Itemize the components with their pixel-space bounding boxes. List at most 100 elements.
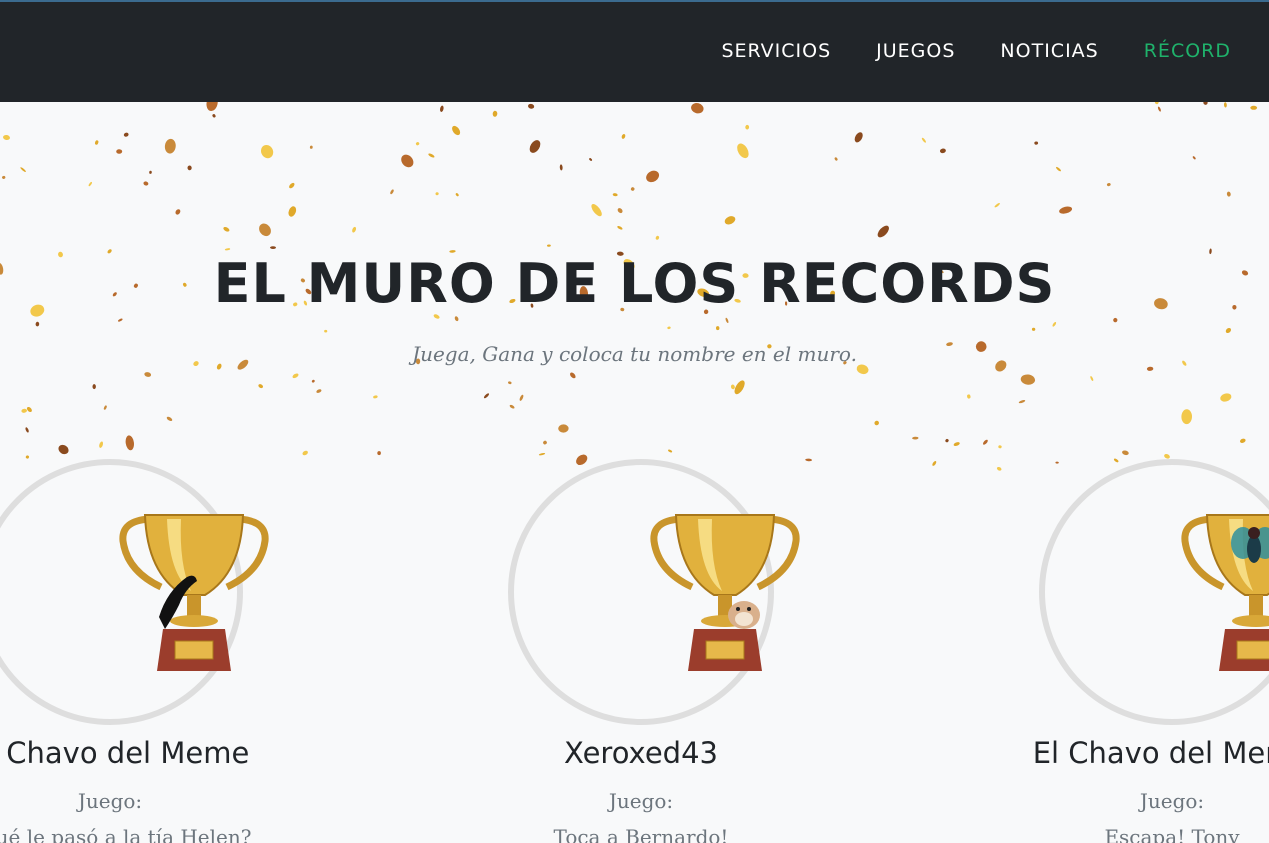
- confetti-piece: [1052, 321, 1057, 327]
- confetti-piece: [289, 182, 295, 189]
- player-name: Xeroxed43: [564, 736, 718, 770]
- confetti-piece: [655, 235, 660, 240]
- confetti-piece: [1157, 106, 1161, 112]
- player-name: El Chavo del Meme: [1032, 736, 1269, 770]
- confetti-piece: [302, 450, 308, 456]
- confetti-piece: [3, 134, 10, 141]
- confetti-piece: [691, 103, 704, 114]
- confetti-piece: [324, 329, 328, 333]
- confetti-piece: [538, 453, 546, 456]
- confetti-piece: [1223, 102, 1227, 108]
- confetti-piece: [116, 149, 123, 154]
- confetti-piece: [95, 140, 99, 145]
- confetti-piece: [559, 164, 563, 171]
- confetti-piece: [143, 181, 149, 186]
- confetti-piece: [1122, 450, 1129, 456]
- nav-record[interactable]: RÉCORD: [1144, 40, 1231, 62]
- confetti-piece: [667, 326, 671, 330]
- confetti-piece: [912, 436, 919, 440]
- confetti-piece: [483, 393, 490, 399]
- confetti-piece: [1239, 438, 1246, 443]
- nav-juegos[interactable]: JUEGOS: [876, 40, 955, 62]
- confetti-piece: [270, 246, 276, 250]
- confetti-piece: [373, 395, 378, 399]
- confetti-piece: [1106, 183, 1111, 187]
- confetti-piece: [612, 193, 618, 197]
- confetti-piece: [1250, 105, 1258, 110]
- confetti-piece: [21, 408, 27, 413]
- confetti-piece: [953, 442, 960, 447]
- confetti-piece: [118, 318, 123, 322]
- confetti-piece: [519, 394, 524, 401]
- confetti-piece: [737, 143, 749, 159]
- confetti-piece: [996, 466, 1002, 471]
- confetti-piece: [92, 384, 96, 390]
- confetti-piece: [932, 460, 937, 466]
- confetti-piece: [123, 132, 129, 137]
- confetti-piece: [724, 216, 736, 225]
- confetti-piece: [292, 373, 299, 379]
- main-nav: SERVICIOS JUEGOS NOTICIAS RÉCORD: [721, 40, 1231, 62]
- confetti-piece: [547, 244, 551, 247]
- confetti-piece: [1146, 366, 1154, 371]
- records-hero: EL MURO DE LOS RECORDS Juega, Gana y col…: [0, 102, 1269, 843]
- confetti-piece: [528, 103, 535, 109]
- nav-noticias[interactable]: NOTICIAS: [1000, 40, 1098, 62]
- confetti-piece: [1018, 400, 1026, 404]
- confetti-piece: [99, 441, 104, 448]
- confetti-piece: [939, 148, 946, 154]
- confetti-piece: [377, 451, 381, 456]
- confetti-piece: [452, 125, 461, 136]
- top-navbar: SERVICIOS JUEGOS NOTICIAS RÉCORD: [0, 0, 1269, 102]
- confetti-piece: [175, 209, 181, 215]
- confetti-piece: [730, 384, 735, 390]
- confetti-piece: [589, 158, 593, 161]
- page-title: EL MURO DE LOS RECORDS: [213, 252, 1056, 315]
- confetti-piece: [20, 167, 26, 172]
- confetti-piece: [390, 189, 394, 195]
- confetti-piece: [1034, 141, 1039, 145]
- confetti-piece: [558, 424, 569, 433]
- confetti-piece: [1113, 458, 1119, 463]
- confetti-piece: [454, 316, 459, 322]
- confetti-piece: [1225, 327, 1232, 334]
- confetti-piece: [745, 124, 750, 130]
- game-label: Juego:: [77, 789, 143, 813]
- nav-servicios[interactable]: SERVICIOS: [721, 40, 831, 62]
- confetti-piece: [1113, 317, 1118, 323]
- confetti-piece: [570, 372, 576, 379]
- confetti-piece: [25, 455, 30, 459]
- confetti-piece: [428, 153, 435, 158]
- game-name: Escapa! Tony: [1104, 825, 1240, 843]
- confetti-piece: [921, 137, 926, 143]
- confetti-piece: [617, 225, 623, 230]
- confetti-piece: [668, 449, 673, 453]
- confetti-piece: [1226, 191, 1231, 197]
- confetti-piece: [125, 435, 134, 451]
- confetti-piece: [994, 203, 1000, 208]
- confetti-piece: [1181, 409, 1193, 425]
- confetti-piece: [715, 326, 720, 331]
- confetti-piece: [352, 226, 357, 233]
- confetti-piece: [2, 175, 6, 179]
- player-name: El Chavo del Meme: [0, 736, 250, 770]
- trophy-hamster-icon: [650, 514, 800, 671]
- game-label: Juego:: [608, 789, 674, 813]
- confetti-piece: [258, 384, 264, 389]
- confetti-piece: [58, 444, 69, 455]
- confetti-piece: [543, 440, 547, 445]
- confetti-piece: [415, 142, 420, 146]
- confetti-piece: [288, 206, 297, 217]
- trophy-fly-icon: [1181, 514, 1269, 671]
- confetti-piece: [877, 225, 889, 238]
- confetti-piece: [26, 406, 32, 413]
- confetti-piece: [1020, 374, 1036, 385]
- confetti-piece: [164, 138, 176, 154]
- confetti-piece: [259, 223, 271, 237]
- page-subtitle: Juega, Gana y coloca tu nombre en el mur…: [412, 342, 857, 366]
- confetti-piece: [529, 140, 541, 153]
- confetti-piece: [834, 157, 838, 161]
- confetti-piece: [455, 193, 459, 197]
- confetti-piece: [103, 405, 107, 410]
- confetti-piece: [874, 420, 879, 426]
